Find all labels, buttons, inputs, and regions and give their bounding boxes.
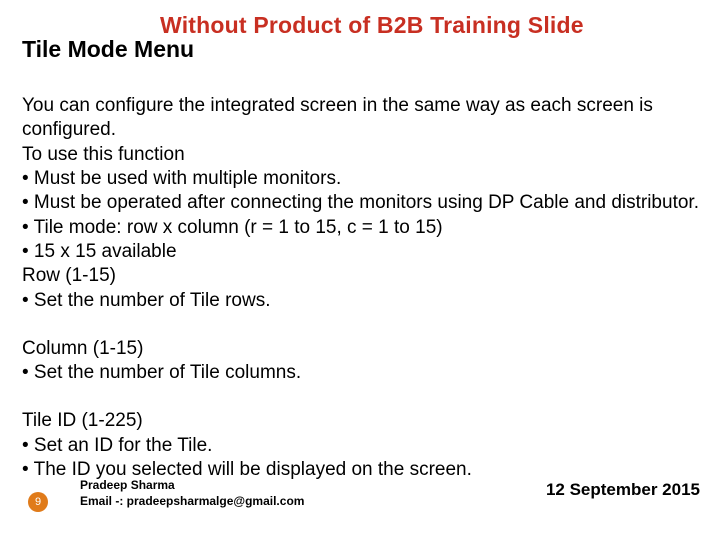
slide: Without Product of B2B Training Slide Ti… <box>0 0 720 540</box>
footer-date: 12 September 2015 <box>546 480 700 500</box>
body-block: Tile ID (1-225)• Set an ID for the Tile.… <box>22 409 700 482</box>
body-block: You can configure the integrated screen … <box>22 94 700 313</box>
watermark-text: Without Product of B2B Training Slide <box>160 12 584 39</box>
body-block: Column (1-15)• Set the number of Tile co… <box>22 337 700 386</box>
footer-email: Email -: pradeepsharmalge@gmail.com <box>80 494 304 508</box>
slide-body: You can configure the integrated screen … <box>22 94 700 482</box>
slide-title: Tile Mode Menu <box>22 36 194 63</box>
page-number-badge: 9 <box>28 492 48 512</box>
footer-author: Pradeep Sharma <box>80 478 175 492</box>
